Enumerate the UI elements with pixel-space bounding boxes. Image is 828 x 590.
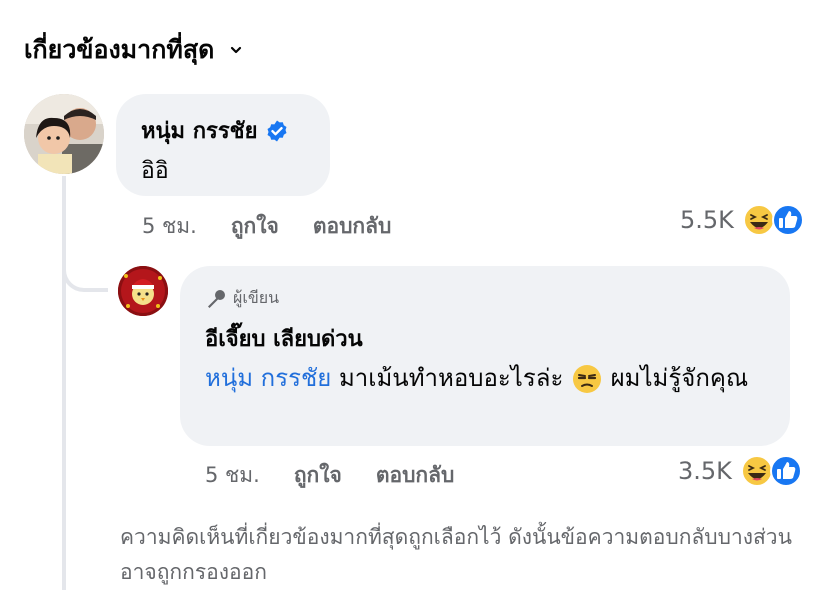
comment-text: อิอิ bbox=[141, 158, 169, 184]
haha-icon bbox=[740, 455, 773, 487]
microphone-icon bbox=[208, 289, 225, 308]
reaction-icons bbox=[740, 454, 804, 488]
like-icon bbox=[769, 455, 802, 487]
mention-link[interactable]: หนุ่ม กรรชัย bbox=[205, 364, 331, 392]
reply-text: หนุ่ม กรรชัย มาเม้นทำหอบอะไรล่ะ ผมไม่รู้… bbox=[205, 358, 775, 398]
reply-button[interactable]: ตอบกลับ bbox=[313, 210, 392, 243]
reply-text-part: มาเม้นทำหอบอะไรล่ะ bbox=[331, 364, 571, 392]
verified-badge-icon bbox=[267, 120, 287, 141]
sort-label: เกี่ยวข้องมากที่สุด bbox=[24, 35, 215, 64]
reply-author[interactable]: อีเจี๊ยบ เลียบด่วน bbox=[205, 321, 363, 356]
unamused-face-icon bbox=[572, 365, 601, 393]
like-button[interactable]: ถูกใจ bbox=[231, 210, 279, 243]
haha-icon bbox=[742, 204, 775, 236]
author-badge-label: ผู้เขียน bbox=[233, 288, 280, 307]
sort-dropdown[interactable]: เกี่ยวข้องมากที่สุด bbox=[24, 30, 244, 70]
avatar-photo bbox=[118, 266, 168, 316]
reply-text-part: ผมไม่รู้จักคุณ bbox=[602, 364, 749, 392]
reaction-summary[interactable]: 5.5K bbox=[680, 203, 806, 237]
author-name[interactable]: หนุ่ม กรรชัย bbox=[141, 113, 257, 148]
avatar[interactable] bbox=[24, 94, 104, 174]
reaction-icons bbox=[742, 203, 806, 237]
reply-time[interactable]: 5 ชม. bbox=[205, 459, 260, 492]
comment-time[interactable]: 5 ชม. bbox=[142, 210, 197, 243]
comment-actions: 5 ชม. ถูกใจ ตอบกลับ bbox=[142, 210, 391, 243]
reaction-count: 3.5K bbox=[678, 457, 732, 485]
reply-actions: 5 ชม. ถูกใจ ตอบกลับ bbox=[205, 459, 454, 492]
like-icon bbox=[771, 204, 804, 236]
chevron-down-icon bbox=[231, 46, 242, 54]
reaction-summary[interactable]: 3.5K bbox=[678, 454, 804, 488]
reaction-count: 5.5K bbox=[680, 206, 734, 234]
like-button[interactable]: ถูกใจ bbox=[294, 459, 342, 492]
thread-connector bbox=[62, 200, 108, 292]
comment-author[interactable]: หนุ่ม กรรชัย bbox=[141, 113, 289, 148]
filter-notice: ความคิดเห็นที่เกี่ยวข้องมากที่สุดถูกเลือ… bbox=[120, 525, 792, 584]
avatar[interactable] bbox=[118, 266, 168, 316]
avatar-photo bbox=[24, 94, 104, 174]
reply-button[interactable]: ตอบกลับ bbox=[376, 459, 455, 492]
author-badge: ผู้เขียน bbox=[205, 286, 279, 311]
